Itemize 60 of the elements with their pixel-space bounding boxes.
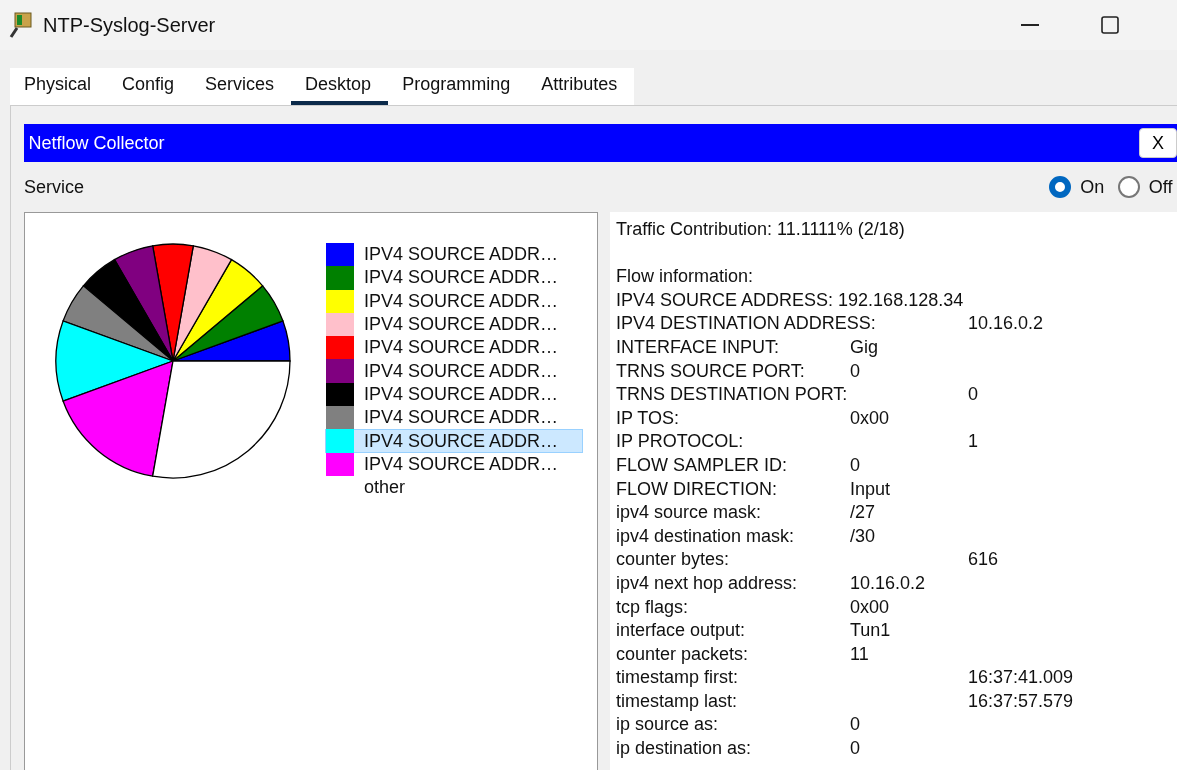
field-label: FLOW SAMPLER ID:: [616, 453, 788, 477]
legend-item[interactable]: IPV4 SOURCE ADDR…: [325, 429, 583, 453]
window-title: NTP-Syslog-Server: [43, 13, 216, 38]
field-label: timestamp last:: [616, 689, 738, 713]
field-label: ip source as:: [616, 713, 719, 737]
field-label: FLOW DIRECTION:: [616, 477, 777, 501]
field-label: ipv4 source mask:: [616, 501, 762, 525]
field-label: INTERFACE INPUT:: [616, 335, 780, 359]
tab[interactable]: Attributes: [527, 68, 635, 105]
radio-button[interactable]: [1049, 176, 1072, 198]
field-label: IP PROTOCOL:: [616, 430, 744, 454]
flow-info-heading: Flow information:: [616, 265, 755, 289]
field-value: 1: [968, 430, 978, 454]
app-title: Netflow Collector: [27, 131, 165, 155]
field-value: 11: [850, 642, 869, 666]
field-value: Tun1: [850, 619, 891, 643]
tab[interactable]: Programming: [388, 68, 528, 105]
field-label: TRNS SOURCE PORT:: [616, 359, 805, 383]
field-value: 16:37:41.009: [968, 666, 1074, 690]
field-value: 0: [850, 737, 860, 761]
close-button[interactable]: X: [1139, 128, 1177, 158]
field-value: 10.16.0.2: [968, 312, 1044, 336]
field-value: Gig: [850, 335, 878, 359]
field-value: /30: [850, 524, 876, 548]
traffic-contribution: Traffic Contribution: 11.1111% (2/18): [616, 218, 906, 241]
field-label: ipv4 next hop address:: [616, 571, 798, 595]
field-label: IPV4 DESTINATION ADDRESS:: [616, 312, 876, 336]
field-label: timestamp first:: [616, 666, 739, 690]
field-value: 0: [850, 453, 860, 477]
maximize-icon[interactable]: [1101, 16, 1119, 34]
field-value: 0: [968, 383, 978, 407]
field-label: interface output:: [616, 619, 746, 643]
minimize-icon[interactable]: [1021, 23, 1039, 27]
service-label: Service: [24, 175, 85, 199]
radio-button[interactable]: [1117, 176, 1140, 198]
app-icon: [8, 11, 34, 39]
field-value: /27: [850, 501, 876, 525]
tab[interactable]: Desktop: [291, 68, 389, 105]
tab[interactable]: Physical: [10, 68, 109, 105]
field-label: ipv4 destination mask:: [616, 524, 795, 548]
field-label: TRNS DESTINATION PORT:: [616, 383, 848, 407]
field-value: 0x00: [850, 406, 890, 430]
field-value: 10.16.0.2: [850, 571, 926, 595]
field-value: 192.168.128.34: [838, 288, 964, 312]
field-label: counter packets:: [616, 642, 749, 666]
field-value: Input: [850, 477, 891, 501]
field-value: 0x00: [850, 595, 890, 619]
radio-label[interactable]: Off: [1148, 173, 1173, 201]
field-label: counter bytes:: [616, 548, 730, 572]
field-value: 616: [968, 548, 999, 572]
radio-label[interactable]: On: [1080, 173, 1105, 201]
field-label: IP TOS:: [616, 406, 680, 430]
field-label: IPV4 SOURCE ADDRESS:: [616, 288, 834, 312]
field-value: 16:37:57.579: [968, 689, 1074, 713]
tab[interactable]: Config: [108, 68, 192, 105]
field-label: tcp flags:: [616, 595, 689, 619]
field-label: ip destination as:: [616, 737, 752, 761]
field-value: 0: [850, 713, 860, 737]
tab[interactable]: Services: [191, 68, 292, 105]
field-value: 0: [850, 359, 860, 383]
